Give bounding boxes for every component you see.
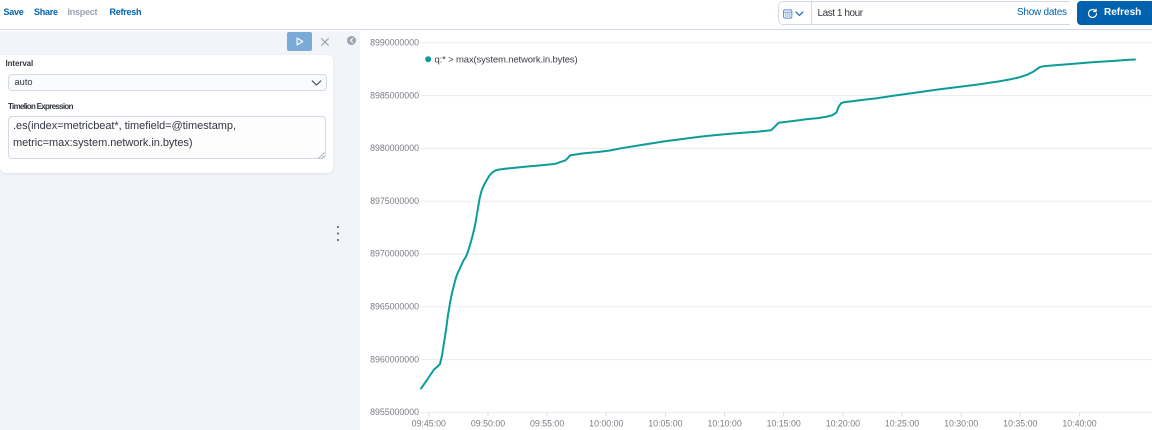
svg-text:10:05:00: 10:05:00 (648, 419, 682, 429)
svg-text:8955000000: 8955000000 (370, 407, 419, 417)
svg-text:09:45:00: 09:45:00 (412, 419, 446, 429)
svg-text:q:* > max(system.network.in.by: q:* > max(system.network.in.bytes) (435, 54, 578, 65)
svg-text:10:40:00: 10:40:00 (1062, 419, 1096, 429)
svg-text:10:15:00: 10:15:00 (767, 419, 801, 429)
svg-text:8975000000: 8975000000 (370, 196, 419, 206)
svg-text:8965000000: 8965000000 (370, 302, 419, 312)
svg-text:8985000000: 8985000000 (370, 90, 419, 100)
svg-text:09:55:00: 09:55:00 (530, 419, 564, 429)
svg-text:8990000000: 8990000000 (370, 38, 419, 48)
svg-text:09:50:00: 09:50:00 (471, 419, 505, 429)
svg-text:10:10:00: 10:10:00 (707, 419, 741, 429)
svg-text:10:30:00: 10:30:00 (944, 419, 978, 429)
svg-text:10:00:00: 10:00:00 (589, 419, 623, 429)
svg-text:8980000000: 8980000000 (370, 143, 419, 153)
svg-text:8970000000: 8970000000 (370, 249, 419, 259)
svg-text:10:25:00: 10:25:00 (885, 419, 919, 429)
svg-text:10:20:00: 10:20:00 (826, 419, 860, 429)
svg-text:8960000000: 8960000000 (370, 354, 419, 364)
svg-text:10:35:00: 10:35:00 (1003, 419, 1037, 429)
